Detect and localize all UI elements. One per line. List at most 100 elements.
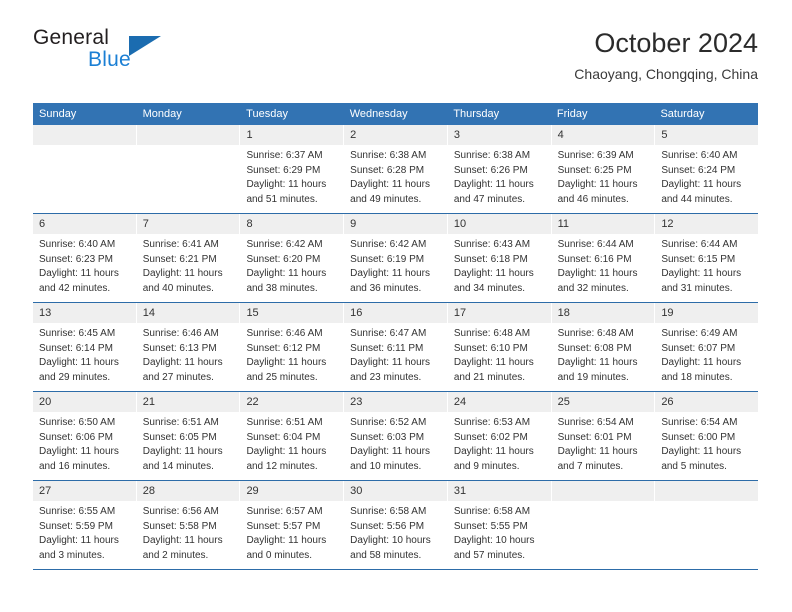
day-cell[interactable]: 29 Sunrise: 6:57 AM Sunset: 5:57 PM Dayligh…: [240, 481, 345, 569]
day-cell[interactable]: 3 Sunrise: 6:38 AM Sunset: 6:26 PM Daylight…: [447, 125, 552, 213]
daylight-text: Daylight: 11 hours and 36 minutes.: [350, 268, 431, 294]
day-cell[interactable]: 1 Sunrise: 6:37 AM Sunset: 6:29 PM Daylight…: [240, 125, 345, 213]
day-number: 27: [33, 481, 136, 501]
sunrise-text: Sunrise: 6:46 AM: [142, 328, 219, 339]
day-number: 15: [240, 303, 344, 323]
sunset-text: Sunset: 6:05 PM: [142, 431, 217, 443]
daylight-text: Daylight: 11 hours and 21 minutes.: [453, 357, 534, 383]
sunrise-text: Sunrise: 6:55 AM: [39, 506, 116, 517]
page-subtitle: Chaoyang, Chongqing, China: [574, 66, 758, 82]
sunset-text: Sunset: 6:29 PM: [246, 164, 321, 176]
sunset-text: Sunset: 6:26 PM: [453, 164, 528, 176]
day-number: 29: [240, 481, 344, 501]
day-number: 17: [447, 303, 551, 323]
day-number: 16: [344, 303, 447, 323]
day-sun-info: Sunrise: 6:46 AM Sunset: 6:13 PM Daylight:…: [137, 323, 240, 385]
sunrise-text: Sunrise: 6:42 AM: [350, 239, 427, 250]
calendar-week-row: 1 Sunrise: 6:37 AM Sunset: 6:29 PM Daylight…: [33, 125, 759, 213]
daylight-text: Daylight: 11 hours and 12 minutes.: [246, 446, 327, 472]
day-cell-empty: [136, 125, 241, 213]
sunset-text: Sunset: 6:24 PM: [661, 164, 736, 176]
sunrise-text: Sunrise: 6:46 AM: [246, 328, 323, 339]
day-cell-empty: [551, 481, 656, 569]
day-cell[interactable]: 2 Sunrise: 6:38 AM Sunset: 6:28 PM Daylight…: [344, 125, 448, 213]
day-number: 6: [33, 214, 136, 234]
sunset-text: Sunset: 6:13 PM: [142, 342, 217, 354]
day-number: 30: [344, 481, 447, 501]
day-cell[interactable]: 13 Sunrise: 6:45 AM Sunset: 6:14 PM Dayligh…: [33, 303, 137, 391]
daylight-text: Daylight: 11 hours and 47 minutes.: [453, 179, 534, 205]
weekday-header-wednesday: Wednesday: [349, 108, 408, 120]
day-cell[interactable]: 24 Sunrise: 6:53 AM Sunset: 6:02 PM Dayligh…: [447, 392, 552, 480]
day-sun-info: Sunrise: 6:54 AM Sunset: 6:00 PM Daylight:…: [655, 412, 758, 474]
day-cell[interactable]: 15 Sunrise: 6:46 AM Sunset: 6:12 PM Dayligh…: [240, 303, 345, 391]
day-cell[interactable]: 28 Sunrise: 6:56 AM Sunset: 5:58 PM Dayligh…: [136, 481, 241, 569]
sunset-text: Sunset: 6:15 PM: [661, 253, 736, 265]
sunrise-text: Sunrise: 6:45 AM: [39, 328, 116, 339]
day-sun-info: Sunrise: 6:42 AM Sunset: 6:19 PM Daylight:…: [344, 234, 447, 296]
sunrise-text: Sunrise: 6:40 AM: [39, 239, 116, 250]
day-number: 11: [551, 214, 655, 234]
day-cell[interactable]: 26 Sunrise: 6:54 AM Sunset: 6:00 PM Dayligh…: [655, 392, 759, 480]
day-cell[interactable]: 17 Sunrise: 6:48 AM Sunset: 6:10 PM Dayligh…: [447, 303, 552, 391]
day-sun-info: Sunrise: 6:48 AM Sunset: 6:08 PM Daylight:…: [552, 323, 655, 385]
day-cell[interactable]: 20 Sunrise: 6:50 AM Sunset: 6:06 PM Dayligh…: [33, 392, 137, 480]
day-cell[interactable]: 8 Sunrise: 6:42 AM Sunset: 6:20 PM Daylight…: [240, 214, 345, 302]
sunrise-text: Sunrise: 6:56 AM: [142, 506, 219, 517]
day-cell[interactable]: 16 Sunrise: 6:47 AM Sunset: 6:11 PM Dayligh…: [344, 303, 448, 391]
day-number: 18: [551, 303, 655, 323]
day-sun-info: Sunrise: 6:37 AM Sunset: 6:29 PM Daylight:…: [240, 145, 343, 207]
calendar-weeks: 1 Sunrise: 6:37 AM Sunset: 6:29 PM Daylight…: [33, 125, 759, 569]
sunset-text: Sunset: 5:59 PM: [39, 520, 113, 532]
day-sun-info: Sunrise: 6:44 AM Sunset: 6:16 PM Daylight:…: [552, 234, 655, 296]
day-sun-info: Sunrise: 6:41 AM Sunset: 6:21 PM Daylight:…: [137, 234, 240, 296]
sunset-text: Sunset: 6:10 PM: [453, 342, 528, 354]
day-cell[interactable]: 11 Sunrise: 6:44 AM Sunset: 6:16 PM Dayligh…: [551, 214, 656, 302]
day-sun-info: Sunrise: 6:53 AM Sunset: 6:02 PM Daylight:…: [448, 412, 551, 474]
daylight-text: Daylight: 11 hours and 40 minutes.: [142, 268, 223, 294]
day-cell[interactable]: 12 Sunrise: 6:44 AM Sunset: 6:15 PM Dayligh…: [655, 214, 759, 302]
daylight-text: Daylight: 11 hours and 34 minutes.: [453, 268, 534, 294]
day-cell[interactable]: 25 Sunrise: 6:54 AM Sunset: 6:01 PM Dayligh…: [551, 392, 656, 480]
day-cell[interactable]: 9 Sunrise: 6:42 AM Sunset: 6:19 PM Daylight…: [344, 214, 448, 302]
daylight-text: Daylight: 11 hours and 3 minutes.: [39, 535, 119, 561]
day-cell[interactable]: 7 Sunrise: 6:41 AM Sunset: 6:21 PM Daylight…: [136, 214, 241, 302]
day-cell[interactable]: 5 Sunrise: 6:40 AM Sunset: 6:24 PM Daylight…: [655, 125, 759, 213]
day-cell[interactable]: 10 Sunrise: 6:43 AM Sunset: 6:18 PM Dayligh…: [447, 214, 552, 302]
day-cell[interactable]: 22 Sunrise: 6:51 AM Sunset: 6:04 PM Dayligh…: [240, 392, 345, 480]
daylight-text: Daylight: 11 hours and 49 minutes.: [350, 179, 431, 205]
day-sun-info: Sunrise: 6:40 AM Sunset: 6:24 PM Daylight:…: [655, 145, 758, 207]
day-number: 31: [447, 481, 551, 501]
day-cell[interactable]: 30 Sunrise: 6:58 AM Sunset: 5:56 PM Dayligh…: [344, 481, 448, 569]
sunset-text: Sunset: 6:08 PM: [557, 342, 632, 354]
day-cell[interactable]: 23 Sunrise: 6:52 AM Sunset: 6:03 PM Dayligh…: [344, 392, 448, 480]
day-number: 21: [136, 392, 240, 412]
day-cell[interactable]: 4 Sunrise: 6:39 AM Sunset: 6:25 PM Daylight…: [551, 125, 656, 213]
day-cell[interactable]: 21 Sunrise: 6:51 AM Sunset: 6:05 PM Dayligh…: [136, 392, 241, 480]
day-number: 3: [447, 125, 551, 145]
sunset-text: Sunset: 6:00 PM: [661, 431, 736, 443]
logo-text-blue: Blue: [88, 48, 131, 71]
sunset-text: Sunset: 6:20 PM: [246, 253, 321, 265]
sunrise-text: Sunrise: 6:54 AM: [661, 417, 738, 428]
sunset-text: Sunset: 6:16 PM: [557, 253, 632, 265]
daylight-text: Daylight: 11 hours and 19 minutes.: [557, 357, 638, 383]
weekday-header-saturday: Saturday: [660, 108, 705, 120]
daylight-text: Daylight: 11 hours and 0 minutes.: [246, 535, 327, 561]
sunrise-text: Sunrise: 6:52 AM: [350, 417, 427, 428]
sunrise-text: Sunrise: 6:43 AM: [453, 239, 531, 250]
daylight-text: Daylight: 11 hours and 25 minutes.: [246, 357, 327, 383]
day-cell[interactable]: 18 Sunrise: 6:48 AM Sunset: 6:08 PM Dayligh…: [551, 303, 656, 391]
sunrise-text: Sunrise: 6:38 AM: [350, 150, 427, 161]
day-cell[interactable]: 19 Sunrise: 6:49 AM Sunset: 6:07 PM Dayligh…: [655, 303, 759, 391]
page-title: October 2024: [594, 28, 758, 58]
day-sun-info: Sunrise: 6:48 AM Sunset: 6:10 PM Daylight:…: [448, 323, 551, 385]
day-number: 5: [655, 125, 759, 145]
day-cell[interactable]: 14 Sunrise: 6:46 AM Sunset: 6:13 PM Dayligh…: [136, 303, 241, 391]
day-number: 19: [655, 303, 759, 323]
title-block: October 2024 Chaoyang, Chongqing, China: [574, 26, 758, 84]
sunset-text: Sunset: 6:06 PM: [39, 431, 113, 443]
day-cell[interactable]: 27 Sunrise: 6:55 AM Sunset: 5:59 PM Dayligh…: [33, 481, 137, 569]
day-cell[interactable]: 31 Sunrise: 6:58 AM Sunset: 5:55 PM Dayligh…: [447, 481, 552, 569]
day-cell[interactable]: 6 Sunrise: 6:40 AM Sunset: 6:23 PM Daylight…: [33, 214, 137, 302]
